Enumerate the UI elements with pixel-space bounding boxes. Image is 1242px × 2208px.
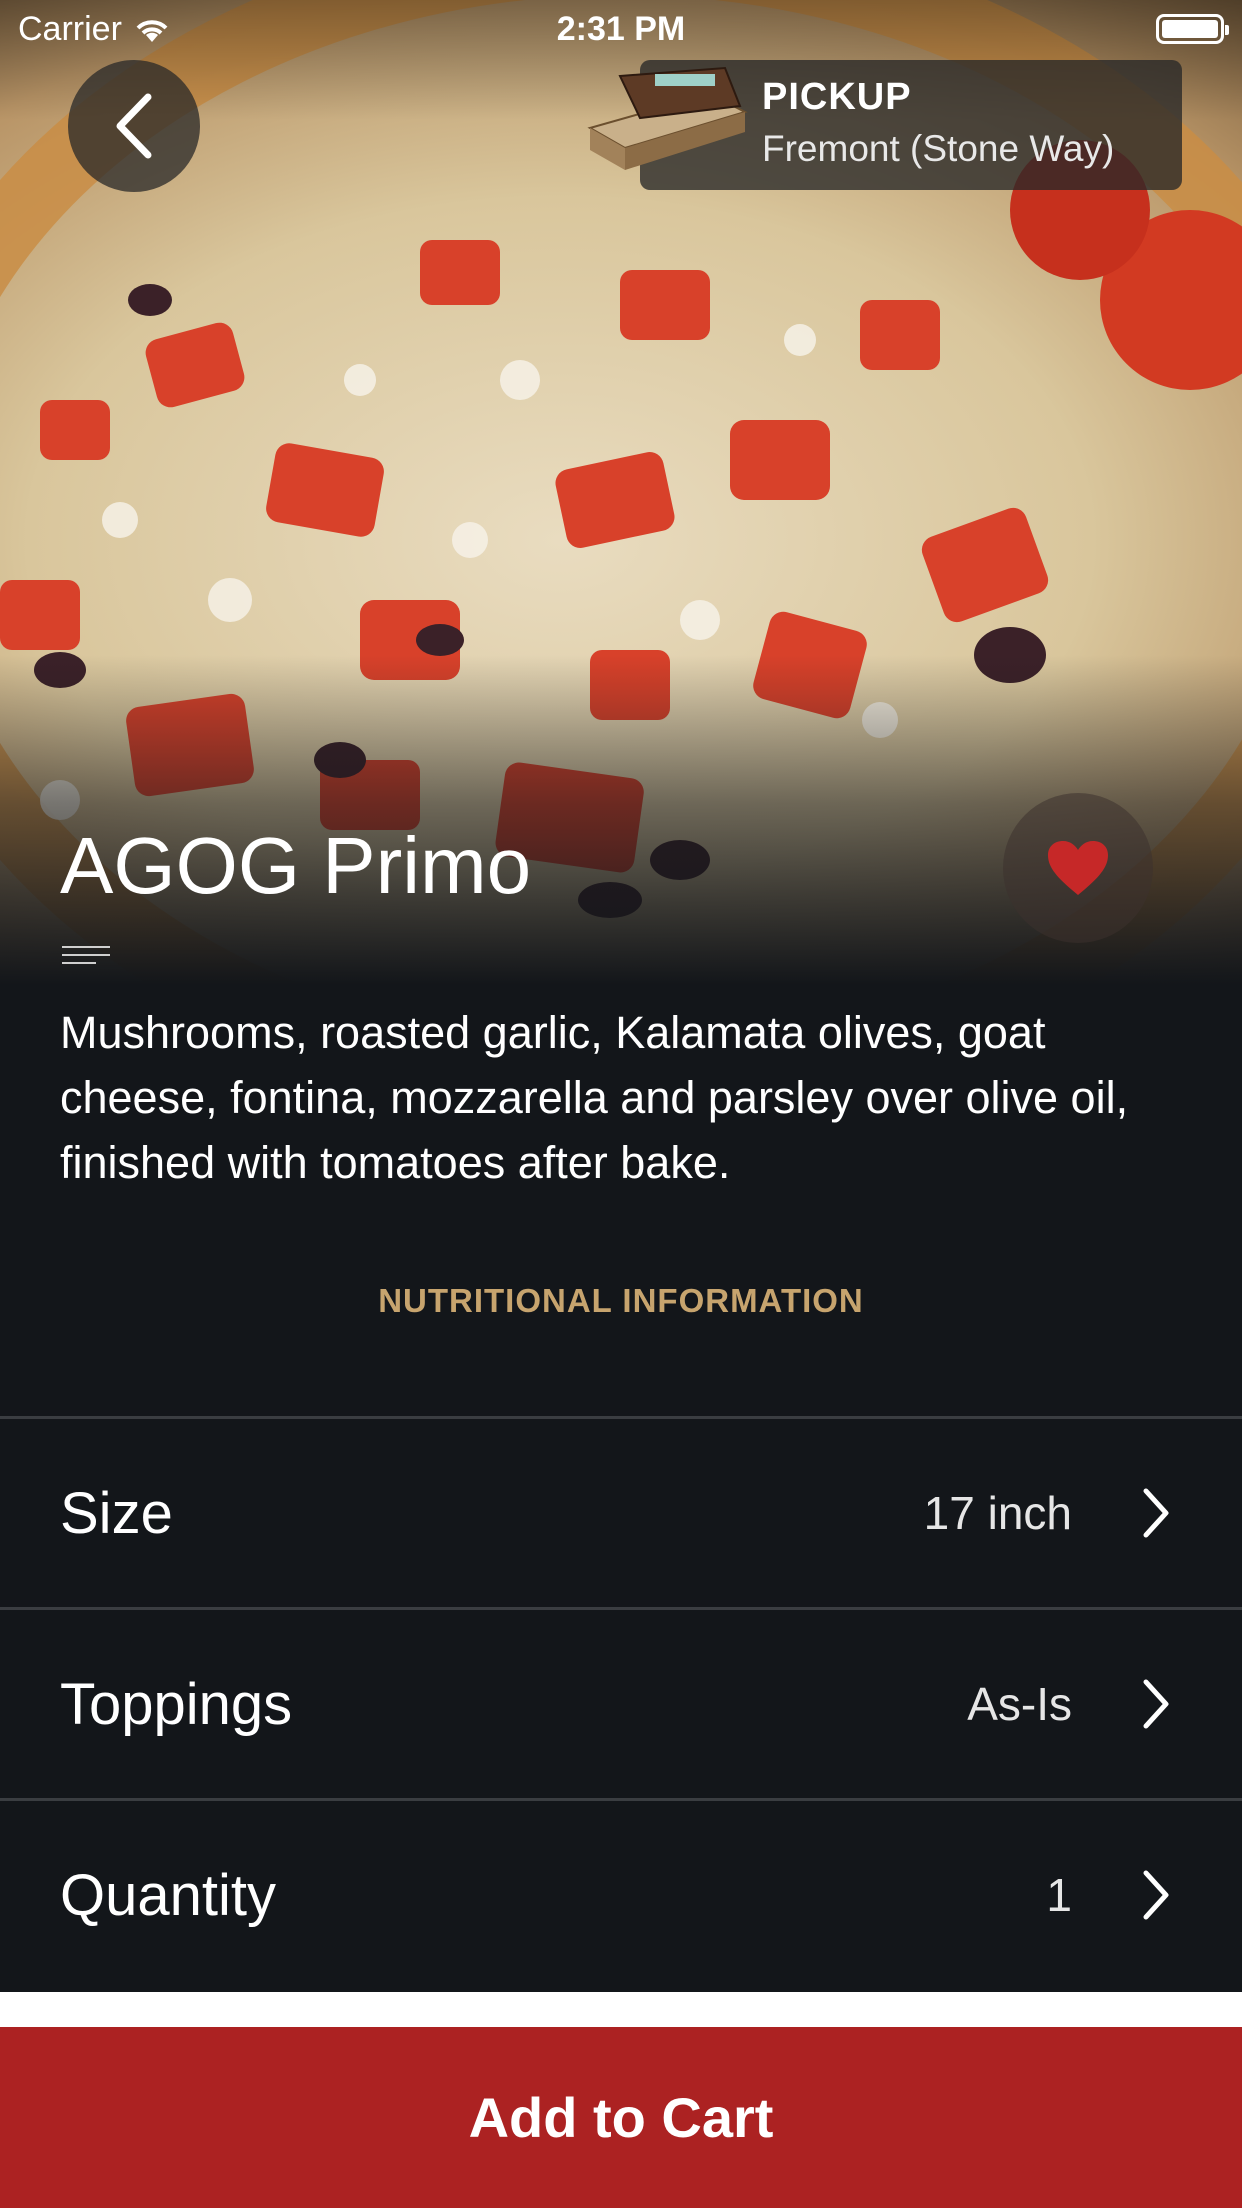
option-row-quantity[interactable]: Quantity 1 — [0, 1801, 1242, 1989]
description-lines-icon — [62, 946, 110, 970]
add-to-cart-button[interactable]: Add to Cart — [0, 2027, 1242, 2208]
pizza-box-icon — [587, 66, 748, 170]
status-bar: Carrier 2:31 PM — [0, 0, 1242, 60]
chevron-right-icon — [1143, 1870, 1169, 1920]
option-row-size[interactable]: Size 17 inch — [0, 1419, 1242, 1607]
chevron-right-icon — [1143, 1488, 1169, 1538]
heart-icon — [1048, 841, 1108, 895]
option-value: 17 inch — [923, 1487, 1072, 1539]
item-title: AGOG Primo — [60, 821, 532, 910]
option-label: Size — [60, 1480, 173, 1546]
bottom-spacer — [0, 1992, 1242, 2027]
options-list: Size 17 inch Toppings As-Is Quantity 1 — [0, 1416, 1242, 1989]
pickup-mode-label: PICKUP — [762, 76, 912, 118]
favorite-button[interactable] — [1003, 793, 1153, 943]
pickup-location-label: Fremont (Stone Way) — [762, 128, 1115, 169]
option-value: As-Is — [967, 1678, 1072, 1730]
option-label: Toppings — [60, 1671, 293, 1737]
chevron-left-icon — [116, 93, 152, 159]
option-row-toppings[interactable]: Toppings As-Is — [0, 1610, 1242, 1798]
item-description: Mushrooms, roasted garlic, Kalamata oliv… — [60, 1007, 1129, 1188]
battery-icon — [1156, 14, 1229, 44]
option-value: 1 — [1046, 1869, 1072, 1921]
back-button[interactable] — [68, 60, 200, 192]
nutritional-information-link[interactable]: NUTRITIONAL INFORMATION — [0, 1282, 1242, 1320]
chevron-right-icon — [1143, 1679, 1169, 1729]
pickup-location-badge[interactable]: PICKUP Fremont (Stone Way) — [587, 60, 1182, 190]
status-time: 2:31 PM — [556, 10, 686, 48]
option-label: Quantity — [60, 1862, 276, 1928]
